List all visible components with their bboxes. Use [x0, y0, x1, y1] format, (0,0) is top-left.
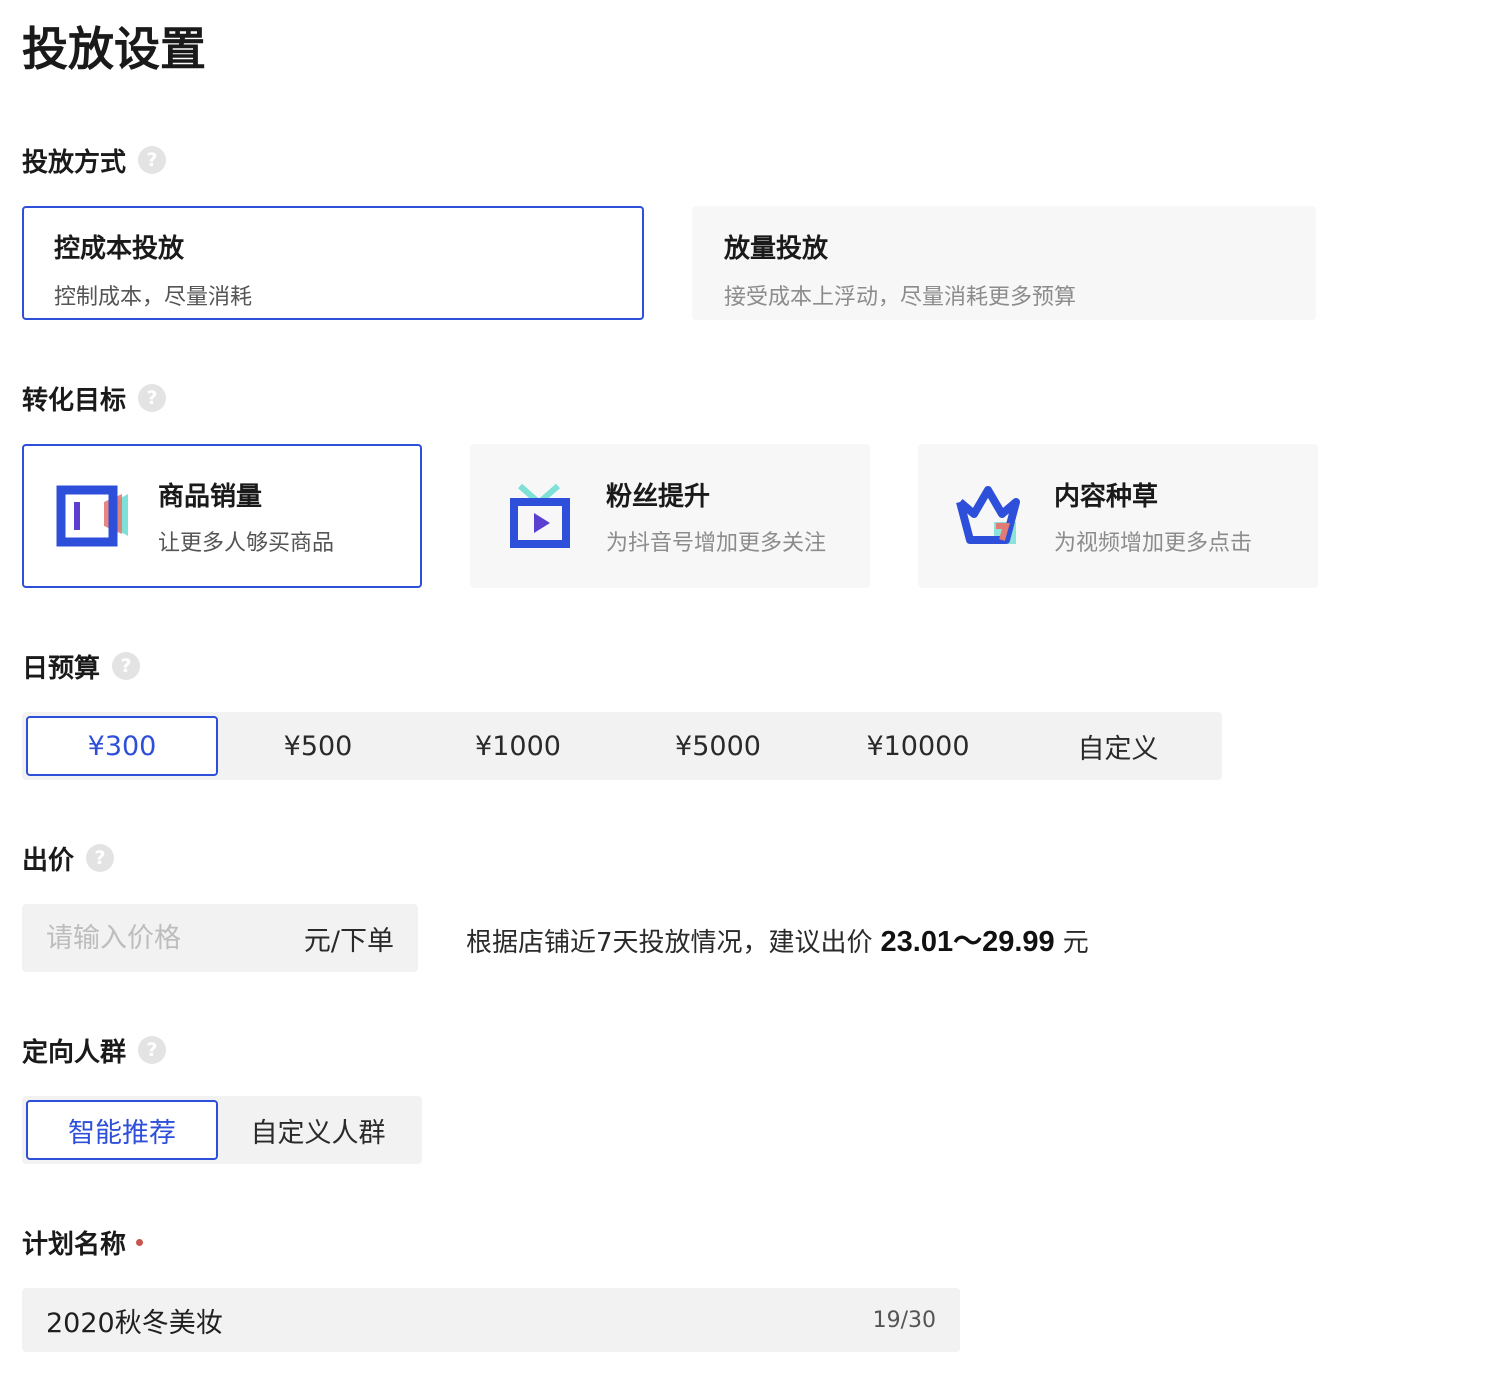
- product-sales-icon: [56, 485, 128, 547]
- conversion-goal-option-content[interactable]: 内容种草 为视频增加更多点击: [918, 444, 1318, 588]
- fans-tv-icon: [510, 483, 570, 548]
- budget-option-500[interactable]: ¥500: [218, 716, 418, 776]
- bid-label-text: 出价: [22, 845, 75, 876]
- conversion-goal-option-product-sales[interactable]: 商品销量 让更多人够买商品: [22, 444, 422, 588]
- option-title: 商品销量: [158, 481, 263, 512]
- audience-option-smart[interactable]: 智能推荐: [26, 1100, 218, 1160]
- option-desc: 控制成本，尽量消耗: [54, 285, 253, 310]
- bid-suggestion-prefix: 根据店铺近7天投放情况，建议出价: [466, 928, 873, 958]
- delivery-mode-option-cost-control[interactable]: 控成本投放 控制成本，尽量消耗: [22, 206, 644, 320]
- option-desc: 接受成本上浮动，尽量消耗更多预算: [724, 285, 1077, 310]
- bid-suggestion-suffix: 元: [1062, 928, 1089, 958]
- plan-name-input-box: 19/30: [22, 1288, 960, 1352]
- budget-option-1000[interactable]: ¥1000: [418, 716, 618, 776]
- budget-option-300[interactable]: ¥300: [26, 716, 218, 776]
- audience-label-text: 定向人群: [22, 1037, 127, 1068]
- help-icon[interactable]: ?: [138, 146, 167, 174]
- daily-budget-label-text: 日预算: [22, 653, 101, 684]
- conversion-goal-label: 转化目标 ?: [22, 380, 167, 416]
- page-title: 投放设置: [22, 22, 206, 76]
- bid-price-input[interactable]: [46, 922, 276, 954]
- option-title: 放量投放: [724, 234, 829, 264]
- budget-option-custom[interactable]: 自定义: [1018, 716, 1218, 776]
- bid-suggestion-range: 23.01～29.99: [880, 926, 1055, 958]
- bid-unit: 元/下单: [303, 925, 394, 957]
- delivery-mode-label: 投放方式 ?: [22, 142, 167, 178]
- option-title: 内容种草: [1054, 481, 1159, 512]
- delivery-mode-label-text: 投放方式: [22, 147, 127, 178]
- budget-option-10000[interactable]: ¥10000: [818, 716, 1018, 776]
- audience-segmented-control: 智能推荐 自定义人群: [22, 1096, 422, 1164]
- audience-label: 定向人群 ?: [22, 1032, 167, 1068]
- bid-suggestion: 根据店铺近7天投放情况，建议出价 23.01～29.99 元: [466, 918, 1089, 960]
- daily-budget-segmented-control: ¥300 ¥500 ¥1000 ¥5000 ¥10000 自定义: [22, 712, 1222, 780]
- crown-icon: [956, 486, 1020, 544]
- bid-label: 出价 ?: [22, 840, 115, 876]
- audience-option-custom[interactable]: 自定义人群: [218, 1100, 418, 1160]
- plan-name-char-counter: 19/30: [872, 1307, 936, 1333]
- bid-input-box: 元/下单: [22, 904, 418, 972]
- help-icon[interactable]: ?: [112, 652, 141, 680]
- option-desc: 为抖音号增加更多关注: [606, 530, 827, 556]
- budget-option-5000[interactable]: ¥5000: [618, 716, 818, 776]
- help-icon[interactable]: ?: [138, 384, 167, 412]
- conversion-goal-option-fans[interactable]: 粉丝提升 为抖音号增加更多关注: [470, 444, 870, 588]
- required-indicator: [136, 1238, 144, 1246]
- plan-name-label: 计划名称: [22, 1224, 144, 1260]
- conversion-goal-label-text: 转化目标: [22, 385, 127, 416]
- option-title: 控成本投放: [54, 234, 185, 264]
- option-desc: 让更多人够买商品: [158, 530, 335, 556]
- plan-name-label-text: 计划名称: [22, 1229, 127, 1260]
- option-title: 粉丝提升: [606, 481, 711, 512]
- delivery-mode-option-volume[interactable]: 放量投放 接受成本上浮动，尽量消耗更多预算: [692, 206, 1316, 320]
- plan-name-input[interactable]: [46, 1304, 873, 1336]
- daily-budget-label: 日预算 ?: [22, 648, 141, 684]
- help-icon[interactable]: ?: [86, 844, 115, 872]
- help-icon[interactable]: ?: [138, 1036, 167, 1064]
- option-desc: 为视频增加更多点击: [1054, 530, 1253, 556]
